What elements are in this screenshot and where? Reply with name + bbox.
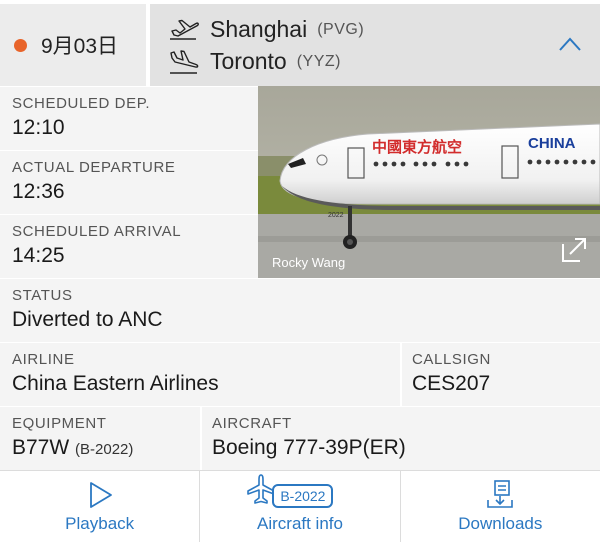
photo-credit: Rocky Wang [272, 255, 346, 270]
status-value: Diverted to ANC [12, 308, 163, 331]
equipment-row: EQUIPMENT B77W (B-2022) AIRCRAFT Boeing … [0, 406, 600, 470]
date-selector[interactable]: 9月03日 [0, 4, 146, 86]
livery-chinese-text: 中國東方航空 [372, 138, 462, 156]
arrival-city: Toronto [210, 48, 287, 74]
actual-departure-label: ACTUAL DEPARTURE [12, 159, 176, 176]
status-label: STATUS [12, 287, 73, 304]
airline-value: China Eastern Airlines [12, 372, 219, 395]
downloads-button[interactable]: Downloads [401, 471, 600, 542]
aircraft-image: 中國東方航空 CHINA 2022 [258, 86, 600, 278]
airline-label: AIRLINE [12, 351, 75, 368]
downloads-label: Downloads [458, 514, 543, 533]
aircraft-info-button[interactable]: B-2022 Aircraft info [200, 471, 401, 542]
departure-code: (PVG) [317, 20, 365, 38]
aircraft-info-label: Aircraft info [257, 514, 343, 533]
aircraft-registration-badge: B-2022 [272, 484, 334, 508]
departure-city: Shanghai [210, 16, 308, 42]
equipment-registration: (B-2022) [75, 441, 134, 458]
equipment-value-line: B77W (B-2022) [12, 436, 200, 460]
nose-registration: 2022 [328, 212, 344, 219]
scheduled-arrival-value: 14:25 [12, 244, 65, 267]
scheduled-arrival-row: SCHEDULED ARRIVAL 14:25 [0, 214, 258, 278]
aircraft-label: AIRCRAFT [212, 415, 292, 432]
equipment-value: B77W [12, 436, 70, 459]
takeoff-icon [170, 19, 199, 40]
playback-button[interactable]: Playback [0, 471, 201, 542]
callsign-value: CES207 [412, 372, 491, 395]
flight-date: 9月03日 [41, 35, 119, 58]
airline-row: AIRLINE China Eastern Airlines CALLSIGN … [0, 342, 600, 406]
callsign-label: CALLSIGN [412, 351, 491, 368]
scheduled-departure-row: SCHEDULED DEP. 12:10 [0, 86, 258, 150]
actual-departure-row: ACTUAL DEPARTURE 12:36 [0, 150, 258, 214]
scheduled-departure-value: 12:10 [12, 116, 65, 139]
play-icon [89, 482, 112, 508]
chevron-up-icon[interactable] [558, 36, 582, 52]
aircraft-value: Boeing 777-39P(ER) [212, 436, 406, 459]
actual-departure-value: 12:36 [12, 180, 65, 203]
scheduled-arrival-label: SCHEDULED ARRIVAL [12, 223, 182, 240]
status-row: STATUS Diverted to ANC [0, 278, 600, 342]
landing-icon [170, 49, 199, 74]
departure-row: Shanghai (PVG) [168, 16, 364, 43]
download-icon [487, 480, 514, 508]
expand-icon[interactable] [560, 236, 588, 264]
arrival-code: (YYZ) [296, 52, 341, 70]
arrival-row: Toronto (YYZ) [168, 48, 341, 75]
playback-label: Playback [65, 514, 135, 533]
aircraft-photo[interactable]: 中國東方航空 CHINA 2022 Rocky Wang [258, 86, 600, 278]
live-status-dot [14, 38, 27, 52]
flight-header[interactable]: 9月03日 Shanghai (PVG) Toronto (YYZ) [0, 4, 600, 86]
route-summary[interactable]: Shanghai (PVG) Toronto (YYZ) [150, 4, 600, 86]
scheduled-departure-label: SCHEDULED DEP. [12, 95, 151, 112]
livery-brand-text: CHINA [528, 135, 576, 152]
bottom-action-bar: Playback B-2022 Aircraft info Downloads [0, 470, 600, 542]
equipment-label: EQUIPMENT [12, 415, 107, 432]
